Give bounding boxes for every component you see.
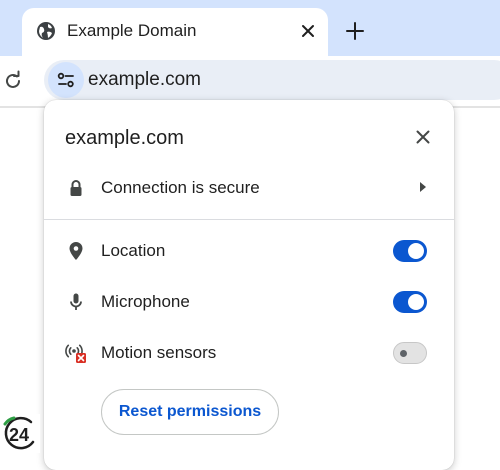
toggle-knob — [400, 350, 407, 357]
chevron-right-icon — [420, 182, 426, 192]
microphone-icon — [70, 293, 82, 310]
plus-icon[interactable] — [344, 20, 366, 42]
url-text[interactable]: example.com — [88, 69, 201, 91]
tab-example-domain[interactable]: Example Domain — [22, 8, 328, 56]
tune-icon — [57, 72, 74, 88]
site-info-button[interactable] — [48, 62, 84, 98]
toggle-knob — [408, 294, 424, 310]
toolbar: example.com — [0, 56, 500, 106]
motion-sensors-toggle[interactable] — [393, 342, 427, 364]
reload-icon[interactable] — [2, 70, 24, 92]
microphone-toggle[interactable] — [393, 291, 427, 313]
permission-label: Microphone — [101, 292, 190, 311]
globe-icon — [37, 22, 55, 40]
permission-row-location: Location — [44, 229, 454, 273]
motion-sensors-blocked-icon — [65, 344, 86, 363]
location-toggle[interactable] — [393, 240, 427, 262]
tab-strip: Example Domain — [0, 0, 500, 56]
permission-label: Location — [101, 241, 166, 260]
close-icon[interactable] — [412, 126, 434, 148]
section-divider — [44, 219, 454, 220]
connection-row[interactable]: Connection is secure — [44, 166, 454, 210]
close-icon[interactable] — [298, 21, 318, 41]
watermark-logo: 24 — [0, 414, 40, 453]
connection-label: Connection is secure — [101, 178, 260, 197]
popup-title: example.com — [65, 127, 184, 149]
permission-row-motion-sensors: Motion sensors — [44, 331, 454, 375]
lock-icon — [70, 180, 82, 196]
permission-label: Motion sensors — [101, 343, 217, 362]
watermark-text: 24 — [9, 425, 29, 445]
tab-title: Example Domain — [67, 21, 197, 40]
reset-permissions-button[interactable]: Reset permissions — [101, 389, 279, 435]
permission-row-microphone: Microphone — [44, 280, 454, 324]
site-info-popup: example.com Connection is secure Locatio… — [44, 100, 454, 470]
toggle-knob — [408, 243, 424, 259]
location-pin-icon — [69, 242, 83, 260]
omnibox[interactable]: example.com — [44, 60, 500, 100]
